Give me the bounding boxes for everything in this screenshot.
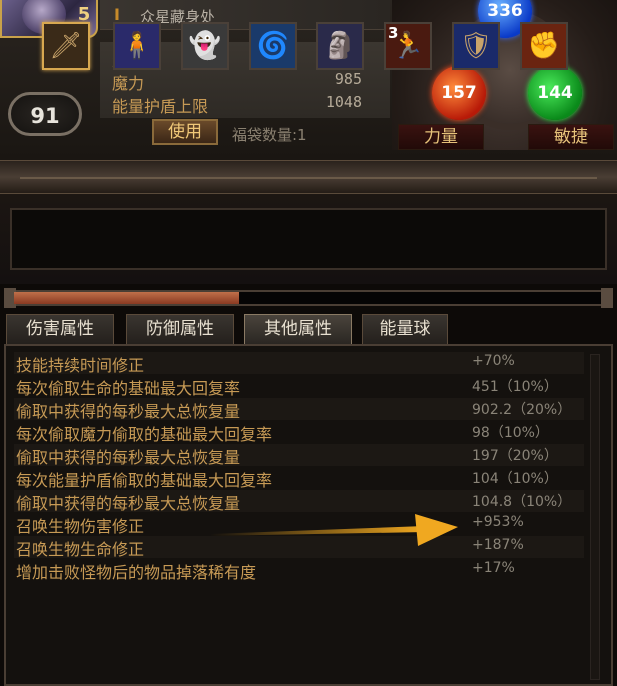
attribute-name: 偷取中获得的每秒最大总恢复量 xyxy=(16,448,241,467)
attribute-name: 每次能量护盾偷取的基础最大回复率 xyxy=(16,471,273,490)
use-button[interactable]: 使用 xyxy=(152,119,218,145)
annotation-arrow-icon xyxy=(210,514,458,546)
wraith-icon[interactable]: 👻 xyxy=(181,22,229,70)
attribute-name: 每次偷取生命的基础最大回复率 xyxy=(16,379,241,398)
skill-glyph: ✊ xyxy=(527,31,561,61)
tab-other[interactable]: 其他属性 xyxy=(244,314,352,344)
skill-charge-count: 3 xyxy=(388,24,399,42)
attribute-row: 偷取中获得的每秒最大总恢复量 902.2（20%） xyxy=(14,398,584,421)
stat-row-energy-shield: 能量护盾上限 1048 xyxy=(112,93,372,116)
attribute-row: 每次偷取魔力偷取的基础最大回复率 98（10%） xyxy=(14,421,584,444)
skill-scroll-thumb[interactable] xyxy=(14,292,239,304)
stat-value: 1048 xyxy=(325,93,362,111)
stat-row-mana: 魔力 985 xyxy=(112,70,372,93)
fire-fist-icon[interactable]: ✊ xyxy=(520,22,568,70)
shield-rune-icon[interactable]: 🛡 xyxy=(452,22,500,70)
level-number: 91 xyxy=(30,104,60,128)
attribute-value: 902.2（20%） xyxy=(472,402,572,418)
attribute-name: 每次偷取魔力偷取的基础最大回复率 xyxy=(16,425,273,444)
attribute-value: 98（10%） xyxy=(472,425,549,441)
attribute-value: 197（20%） xyxy=(472,448,558,464)
level-badge: 91 xyxy=(8,92,82,136)
strength-orb[interactable]: 157 xyxy=(432,66,486,120)
attribute-row: 每次偷取生命的基础最大回复率 451（10%） xyxy=(14,375,584,398)
skill-glyph: 🌀 xyxy=(256,31,290,61)
strength-label: 力量 xyxy=(398,124,484,150)
attribute-row: 每次能量护盾偷取的基础最大回复率 104（10%） xyxy=(14,467,584,490)
skill-glyph: 👻 xyxy=(188,31,222,61)
skill-bar xyxy=(0,194,617,284)
arrow-shaft xyxy=(210,526,425,536)
tab-defense[interactable]: 防御属性 xyxy=(126,314,234,344)
divider-line xyxy=(20,177,597,179)
skill-glyph: 🛡 xyxy=(459,31,493,61)
attribute-value: +17% xyxy=(472,560,515,576)
stat-label: 能量护盾上限 xyxy=(112,97,209,116)
attribute-row: 技能持续时间修正 +70% xyxy=(14,352,584,375)
attribute-value: 104（10%） xyxy=(472,471,558,487)
skill-glyph: 🗡 xyxy=(49,31,83,61)
attribute-value: 104.8（10%） xyxy=(472,494,572,510)
bag-count: 福袋数量:1 xyxy=(232,126,307,144)
stat-label: 魔力 xyxy=(112,74,145,93)
attribute-name: 偷取中获得的每秒最大总恢复量 xyxy=(16,494,241,513)
dexterity-orb[interactable]: 144 xyxy=(528,66,582,120)
skill-frame xyxy=(10,208,607,270)
attribute-value: +70% xyxy=(472,353,515,369)
attribute-value: +187% xyxy=(472,537,524,553)
skill-glyph: 🗿 xyxy=(323,31,357,61)
sword-icon[interactable]: 🗡 xyxy=(42,22,90,70)
attribute-name: 增加击败怪物后的物品掉落稀有度 xyxy=(16,563,257,582)
stat-value: 985 xyxy=(334,70,362,88)
attribute-value: 451（10%） xyxy=(472,379,558,395)
skill-glyph: 🧍 xyxy=(120,31,154,61)
tab-damage[interactable]: 伤害属性 xyxy=(6,314,114,344)
attribute-row: 偷取中获得的每秒最大总恢复量 104.8（10%） xyxy=(14,490,584,513)
attribute-value: +953% xyxy=(472,514,524,530)
blue-portal-icon[interactable]: 🌀 xyxy=(249,22,297,70)
attribute-name: 召唤生物伤害修正 xyxy=(16,517,145,536)
dexterity-label: 敏捷 xyxy=(528,124,614,150)
scroll-cap-right xyxy=(601,288,613,308)
attribute-row: 偷取中获得的每秒最大总恢复量 197（20%） xyxy=(14,444,584,467)
attribute-name: 技能持续时间修正 xyxy=(16,356,145,375)
running-figure-icon[interactable]: 🏃 3 xyxy=(384,22,432,70)
bust-icon[interactable]: 🗿 xyxy=(316,22,364,70)
figure-glow-icon[interactable]: 🧍 xyxy=(113,22,161,70)
attribute-row: 增加击败怪物后的物品掉落稀有度 +17% xyxy=(14,559,584,582)
attribute-tabs: 伤害属性 防御属性 其他属性 能量球 xyxy=(0,314,617,344)
attribute-name: 偷取中获得的每秒最大总恢复量 xyxy=(16,402,241,421)
attribute-name: 召唤生物生命修正 xyxy=(16,540,145,559)
table-scrollbar[interactable] xyxy=(590,354,600,680)
ornate-divider xyxy=(0,160,617,194)
arrow-head xyxy=(415,514,458,546)
tab-orbs[interactable]: 能量球 xyxy=(362,314,448,344)
